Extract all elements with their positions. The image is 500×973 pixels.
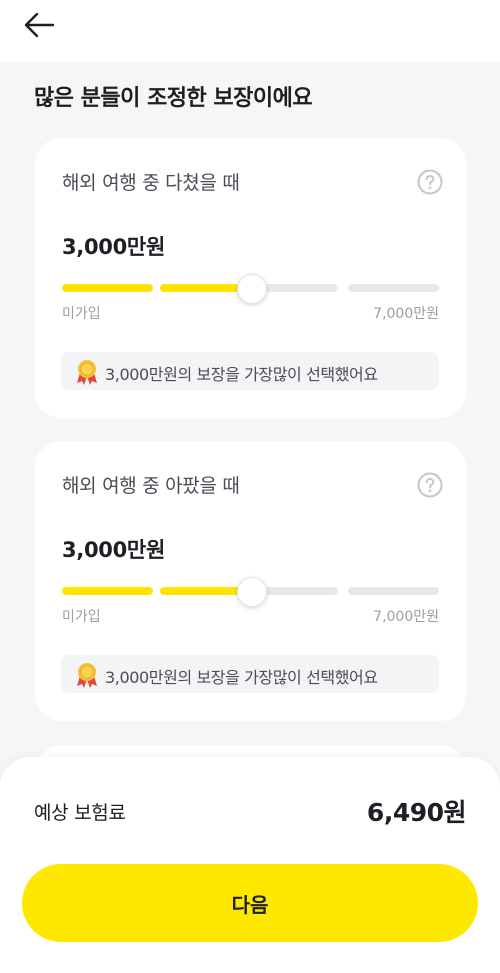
slider-min-label: 미가입 <box>62 609 101 625</box>
coverage-slider[interactable] <box>62 577 439 607</box>
slider-segment-track <box>348 587 439 595</box>
coverage-title: 해외 여행 중 아팠을 때 <box>62 475 240 497</box>
slider-thumb[interactable] <box>237 274 267 304</box>
coverage-amount: 3,000만원 <box>62 538 165 562</box>
coverage-card-injury: 해외 여행 중 다쳤을 때 3,000만원 미가입 7,000만원 3,000만… <box>35 138 466 418</box>
help-icon[interactable] <box>417 472 443 498</box>
popular-choice-notice: 3,000만원의 보장을 가장많이 선택했어요 <box>61 352 439 390</box>
popular-choice-notice: 3,000만원의 보장을 가장많이 선택했어요 <box>61 655 439 693</box>
top-bar <box>0 0 500 62</box>
coverage-title: 해외 여행 중 다쳤을 때 <box>62 172 240 194</box>
slider-segment-filled <box>62 284 153 292</box>
slider-min-label: 미가입 <box>62 306 101 322</box>
arrow-left-icon <box>24 12 55 38</box>
slider-segment-track <box>348 284 439 292</box>
premium-label: 예상 보험료 <box>34 802 126 824</box>
next-button[interactable]: 다음 <box>22 864 478 942</box>
back-button[interactable] <box>22 10 58 40</box>
slider-max-label: 7,000만원 <box>373 306 439 322</box>
help-icon[interactable] <box>417 169 443 195</box>
medal-icon <box>77 663 97 688</box>
notice-text: 3,000만원의 보장을 가장많이 선택했어요 <box>105 668 378 687</box>
notice-text: 3,000만원의 보장을 가장많이 선택했어요 <box>105 365 378 384</box>
medal-icon <box>77 360 97 385</box>
coverage-slider[interactable] <box>62 274 439 304</box>
slider-max-label: 7,000만원 <box>373 609 439 625</box>
section-title: 많은 분들이 조정한 보장이에요 <box>34 86 313 111</box>
premium-value: 6,490원 <box>366 798 467 827</box>
coverage-amount: 3,000만원 <box>62 235 165 259</box>
coverage-card-illness: 해외 여행 중 아팠을 때 3,000만원 미가입 7,000만원 3,000만… <box>35 441 466 721</box>
slider-segment-filled <box>62 587 153 595</box>
bottom-sheet: 예상 보험료 6,490원 다음 <box>0 757 500 973</box>
slider-thumb[interactable] <box>237 577 267 607</box>
